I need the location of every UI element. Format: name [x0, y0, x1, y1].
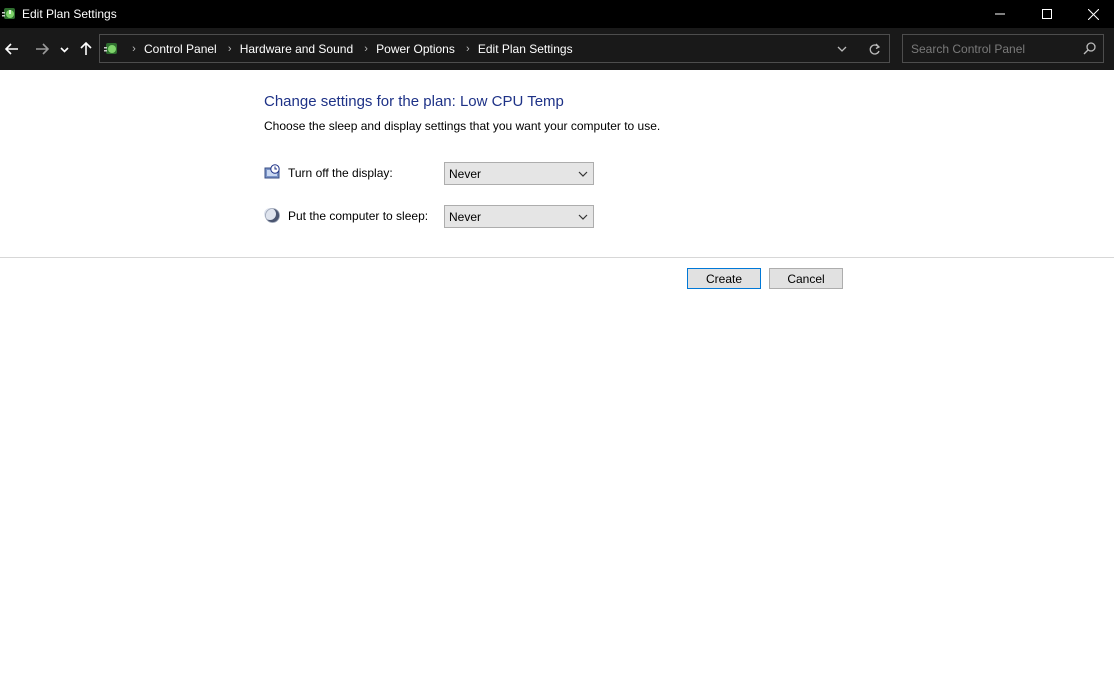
display-timeout-setting: Turn off the display: Never: [264, 162, 604, 186]
navigation-bar: › Control Panel › Hardware and Sound › P…: [0, 28, 1114, 70]
refresh-button[interactable]: [864, 40, 884, 58]
maximize-button[interactable]: [1024, 0, 1070, 28]
breadcrumb-separator-icon[interactable]: ›: [358, 43, 374, 55]
power-options-icon[interactable]: [2, 6, 18, 22]
display-timeout-value: Never: [449, 167, 482, 181]
sleep-timeout-dropdown[interactable]: Never: [444, 205, 594, 228]
page-title: Change settings for the plan: Low CPU Te…: [264, 93, 564, 110]
minimize-icon: [995, 13, 1005, 15]
breadcrumb-power-options[interactable]: Power Options: [374, 42, 460, 56]
minimize-button[interactable]: [977, 0, 1023, 28]
breadcrumb-separator-icon[interactable]: ›: [222, 43, 238, 55]
title-bar: Edit Plan Settings: [0, 0, 1114, 28]
chevron-down-icon: [837, 46, 847, 52]
chevron-down-icon: [578, 171, 588, 177]
control-panel-icon: [104, 41, 120, 57]
breadcrumb-separator-icon[interactable]: ›: [460, 43, 476, 55]
sleep-timeout-setting: Put the computer to sleep: Never: [264, 205, 604, 229]
arrow-left-icon: [5, 43, 18, 55]
arrow-up-icon: [80, 42, 92, 55]
recent-locations-button[interactable]: [56, 39, 72, 59]
monitor-clock-icon: [264, 164, 281, 181]
sleep-timeout-label: Put the computer to sleep:: [288, 209, 429, 223]
close-icon: [1087, 8, 1099, 20]
breadcrumb: › Control Panel › Hardware and Sound › P…: [104, 35, 578, 62]
maximize-icon: [1042, 9, 1052, 19]
display-timeout-label: Turn off the display:: [288, 166, 393, 180]
refresh-icon: [869, 43, 880, 55]
search-icon[interactable]: [1083, 41, 1097, 55]
divider: [0, 257, 1114, 258]
search-box[interactable]: [902, 34, 1104, 63]
breadcrumb-separator-icon[interactable]: ›: [126, 43, 142, 55]
back-button[interactable]: [2, 39, 22, 59]
address-bar[interactable]: › Control Panel › Hardware and Sound › P…: [99, 34, 890, 63]
page-description: Choose the sleep and display settings th…: [264, 119, 661, 133]
address-history-button[interactable]: [834, 41, 850, 57]
arrow-right-icon: [36, 43, 49, 55]
breadcrumb-hardware-and-sound[interactable]: Hardware and Sound: [238, 42, 358, 56]
breadcrumb-control-panel[interactable]: Control Panel: [142, 42, 222, 56]
create-button[interactable]: Create: [687, 268, 761, 289]
chevron-down-icon: [578, 214, 588, 220]
moon-icon: [264, 207, 281, 224]
sleep-timeout-value: Never: [449, 210, 482, 224]
chevron-down-icon: [59, 46, 69, 53]
window-title: Edit Plan Settings: [22, 7, 117, 21]
close-button[interactable]: [1070, 0, 1114, 28]
cancel-button[interactable]: Cancel: [769, 268, 843, 289]
search-input[interactable]: [903, 35, 1078, 62]
forward-button[interactable]: [32, 39, 52, 59]
display-timeout-dropdown[interactable]: Never: [444, 162, 594, 185]
up-button[interactable]: [76, 39, 96, 59]
breadcrumb-edit-plan-settings[interactable]: Edit Plan Settings: [476, 42, 578, 56]
